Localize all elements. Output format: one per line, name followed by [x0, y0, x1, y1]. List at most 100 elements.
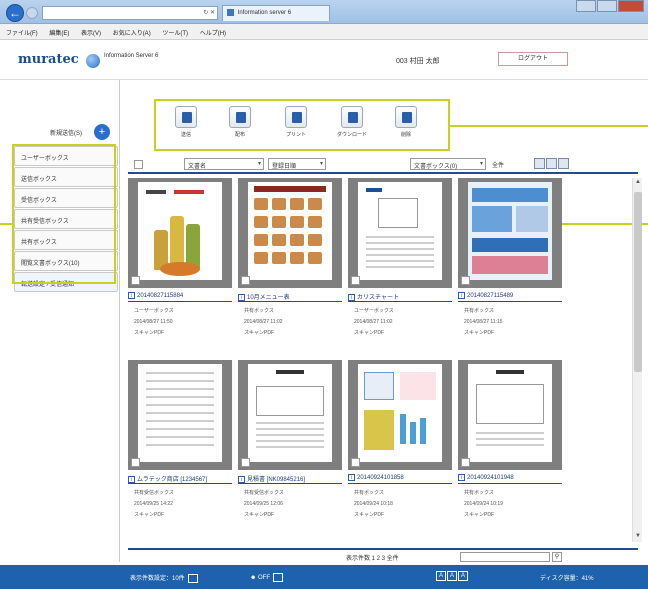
menu-view[interactable]: 表示(V) [81, 31, 101, 37]
toggle-icon[interactable] [272, 573, 283, 582]
scroll-up-icon[interactable]: ▲ [634, 179, 642, 187]
vertical-scrollbar[interactable]: ▲ ▼ [632, 178, 642, 542]
info-icon[interactable]: i [348, 294, 355, 301]
document-title[interactable]: i 見積書 [NK09845216] [238, 474, 342, 484]
document-thumbnail[interactable] [128, 178, 232, 288]
distribute-button[interactable]: 配布 [220, 106, 260, 138]
document-title[interactable]: i 20140827115489 [458, 292, 562, 302]
printer-icon [285, 106, 307, 128]
tab-label: Information server 6 [237, 10, 292, 17]
status-notification: ☻ OFF [250, 573, 283, 582]
document-meta: 共有受信ボックス 2014/09/25 12:06 スキャンPDF [238, 488, 342, 521]
document-thumbnail[interactable] [458, 178, 562, 288]
document-title[interactable]: i 20140827115884 [128, 292, 232, 302]
document-title[interactable]: i 20140924101948 [458, 474, 562, 484]
box-filter-select[interactable]: 文書ボックス(0) [410, 158, 486, 170]
detail-view-icon[interactable] [558, 158, 569, 169]
sort-field-select[interactable]: 文書名 [184, 158, 264, 170]
document-type: スキャンPDF [354, 512, 385, 518]
scroll-down-icon[interactable]: ▼ [634, 533, 642, 541]
document-checkbox[interactable] [241, 276, 250, 285]
send-button[interactable]: 送信 [166, 106, 206, 138]
pager-label[interactable]: 表示件数 1 2 3 全件 [346, 553, 399, 562]
delete-button[interactable]: 削除 [386, 106, 426, 138]
menu-file[interactable]: ファイル(F) [6, 31, 38, 37]
page-preview [138, 364, 222, 462]
page-preview [248, 182, 332, 280]
address-bar[interactable]: ↻ ✕ [42, 6, 218, 20]
back-arrow-icon[interactable]: ← [6, 4, 24, 22]
search-icon[interactable]: ⚲ [552, 552, 562, 562]
grid-view-icon[interactable] [546, 158, 557, 169]
sidebar-highlight-frame [12, 144, 116, 284]
menu-favorites[interactable]: お気に入り(A) [113, 31, 151, 37]
info-icon[interactable]: i [238, 294, 245, 301]
browser-tab[interactable]: Information server 6 [222, 5, 330, 21]
document-thumbnail[interactable] [238, 178, 342, 288]
document-card[interactable]: i 見積書 [NK09845216] 共有受信ボックス 2014/09/25 12… [238, 360, 342, 521]
document-title[interactable]: i カリスチャート [348, 292, 452, 302]
close-icon[interactable] [618, 0, 644, 12]
settings-icon[interactable] [187, 573, 198, 583]
font-large-button[interactable]: A [458, 571, 468, 581]
document-card[interactable]: i 20140924101858 共有ボックス 2014/09/24 10:18 … [348, 360, 452, 521]
status-display-count-text: 表示件数設定：10件 [130, 576, 185, 582]
list-view-icon[interactable] [534, 158, 545, 169]
document-checkbox[interactable] [461, 276, 470, 285]
print-button[interactable]: プリント [276, 106, 316, 138]
plus-icon[interactable]: + [94, 124, 110, 140]
document-checkbox[interactable] [351, 276, 360, 285]
send-button-label: 送信 [180, 132, 191, 138]
font-medium-button[interactable]: A [447, 571, 457, 581]
disk-usage: ディスク容量：41% [540, 576, 594, 582]
document-card[interactable]: i 10月メニュー表 共有ボックス 2014/08/27 11:02 スキャンPD… [238, 178, 342, 339]
logout-button[interactable]: ログアウト [498, 52, 568, 66]
info-icon[interactable]: i [458, 474, 465, 481]
document-checkbox[interactable] [351, 458, 360, 467]
font-size-switch: A A A [436, 571, 468, 581]
search-input[interactable] [460, 552, 550, 562]
sort-order-select[interactable]: 登録日順 [268, 158, 326, 170]
menu-edit[interactable]: 編集(E) [49, 31, 69, 37]
document-title[interactable]: i ムラテック商店 [1234567] [128, 474, 232, 484]
document-card[interactable]: i ムラテック商店 [1234567] 共有受信ボックス 2014/09/25 1… [128, 360, 232, 521]
scroll-thumb[interactable] [634, 192, 642, 372]
document-card[interactable]: i 20140827115884 ユーザーボックス 2014/08/27 11:5… [128, 178, 232, 339]
forward-arrow-icon[interactable] [26, 7, 38, 19]
info-icon[interactable]: i [348, 474, 355, 481]
menu-help[interactable]: ヘルプ(H) [200, 31, 226, 37]
document-title[interactable]: i 10月メニュー表 [238, 292, 342, 302]
document-thumbnail[interactable] [458, 360, 562, 470]
document-title[interactable]: i 20140924101858 [348, 474, 452, 484]
document-thumbnail[interactable] [348, 178, 452, 288]
browser-menubar: ファイル(F) 編集(E) 表示(V) お気に入り(A) ツール(T) ヘルプ(… [0, 24, 648, 40]
info-icon[interactable]: i [128, 476, 135, 483]
document-thumbnail[interactable] [128, 360, 232, 470]
select-all-checkbox[interactable] [134, 160, 143, 169]
new-send-label[interactable]: 新規送信(S) [50, 128, 82, 137]
info-icon[interactable]: i [238, 476, 245, 483]
info-icon[interactable]: i [128, 292, 135, 299]
refresh-icon[interactable]: ↻ ✕ [203, 9, 215, 16]
font-small-button[interactable]: A [436, 571, 446, 581]
document-card[interactable]: i 20140924101948 共有ボックス 2014/09/24 10:19 … [458, 360, 562, 521]
document-checkbox[interactable] [131, 276, 140, 285]
document-card[interactable]: i 20140827115489 共有ボックス 2014/08/27 11:15 … [458, 178, 562, 339]
document-thumbnail[interactable] [348, 360, 452, 470]
document-thumbnail[interactable] [238, 360, 342, 470]
document-date: 2014/08/27 11:02 [354, 319, 393, 325]
document-checkbox[interactable] [461, 458, 470, 467]
info-icon[interactable]: i [458, 292, 465, 299]
pagination-bar: 表示件数 1 2 3 全件 ⚲ [128, 548, 638, 562]
document-card[interactable]: i カリスチャート ユーザーボックス 2014/08/27 11:02 スキャンP… [348, 178, 452, 339]
document-box: 共有ボックス [464, 308, 494, 314]
sidebar-callout-line [0, 223, 12, 225]
count-label: 全件 [492, 163, 505, 169]
minimize-icon[interactable] [576, 0, 596, 12]
maximize-icon[interactable] [597, 0, 617, 12]
document-checkbox[interactable] [131, 458, 140, 467]
menu-tools[interactable]: ツール(T) [162, 31, 188, 37]
document-checkbox[interactable] [241, 458, 250, 467]
download-button[interactable]: ダウンロード [332, 106, 372, 138]
document-type: スキャンPDF [244, 330, 275, 336]
